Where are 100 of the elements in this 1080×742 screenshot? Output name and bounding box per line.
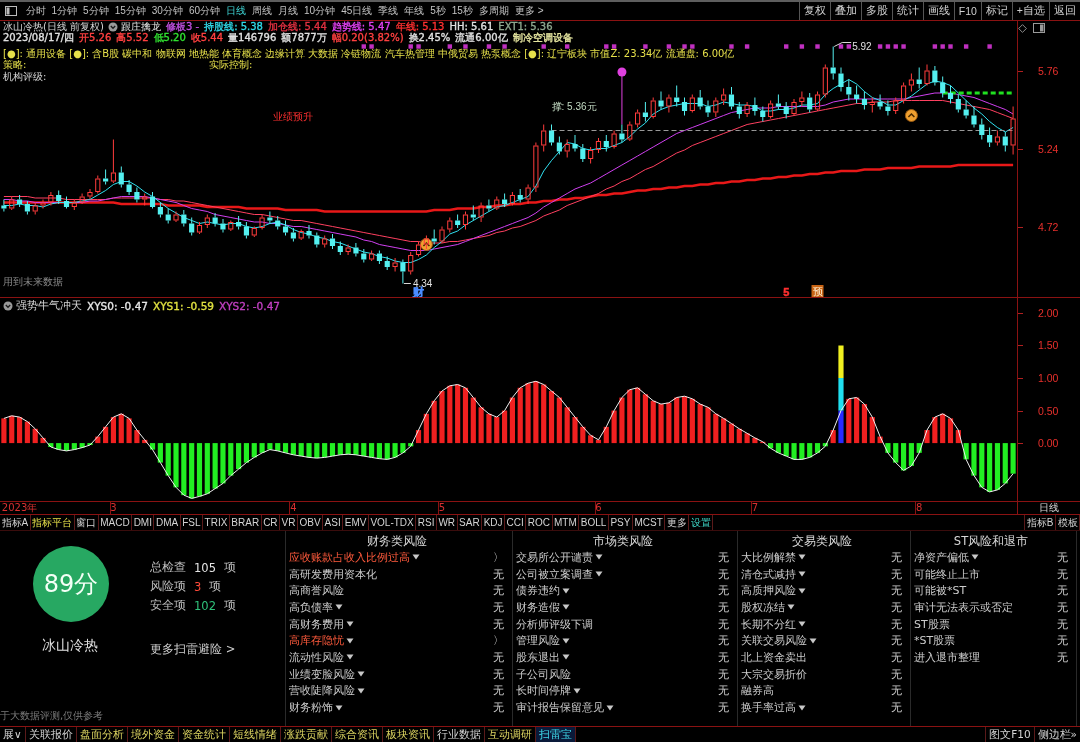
toolbar-button[interactable]: +自选	[1011, 2, 1049, 20]
indicator-tab[interactable]: WR	[436, 515, 458, 530]
indicator-tab[interactable]: DMI	[132, 515, 155, 530]
risk-item[interactable]: 审计报告保留意见	[516, 700, 604, 716]
indicator-tab[interactable]: TRIX	[203, 515, 230, 530]
indicator-tab[interactable]: BOLL	[579, 515, 609, 530]
period-tab[interactable]: 15秒	[449, 3, 476, 19]
period-tab[interactable]: 10分钟	[301, 3, 338, 19]
risk-item[interactable]: 长时间停牌	[516, 683, 571, 699]
indicator-tab[interactable]: MTM	[552, 515, 580, 530]
indicator-tab[interactable]: OBV	[298, 515, 324, 530]
indicator-tab[interactable]: PSY	[608, 515, 633, 530]
period-tab[interactable]: 5分钟	[80, 3, 112, 19]
risk-item[interactable]: 营收陡降风险	[289, 683, 355, 699]
risk-item[interactable]: 关联交易风险	[741, 633, 807, 649]
caret-down-icon[interactable]	[335, 704, 343, 711]
caret-down-icon[interactable]	[971, 554, 979, 561]
sidebar-button[interactable]: 图文F10	[985, 727, 1034, 742]
caret-down-icon[interactable]	[412, 554, 420, 561]
risk-item[interactable]: 高负债率	[289, 599, 333, 615]
caret-down-icon[interactable]	[798, 587, 806, 594]
indicator-tab[interactable]: RSI	[416, 515, 437, 530]
toolbar-button[interactable]: 统计	[891, 2, 923, 20]
risk-item[interactable]: 财务造假	[516, 599, 560, 615]
risk-item[interactable]: *ST股票	[914, 633, 956, 649]
risk-item[interactable]: 进入退市整理	[914, 649, 980, 665]
caret-down-icon[interactable]	[798, 571, 806, 578]
bottom-tab[interactable]: 板块资讯	[382, 727, 434, 742]
period-tab[interactable]: 季线	[375, 3, 401, 19]
period-tab[interactable]: 日线	[223, 3, 249, 19]
indicator-tab[interactable]: CR	[261, 515, 281, 530]
toolbar-button[interactable]: 叠加	[829, 2, 861, 20]
toolbar-button[interactable]: 多股	[860, 2, 892, 20]
risk-item[interactable]: 高研发费用资本化	[289, 566, 377, 582]
caret-down-icon[interactable]	[346, 637, 354, 644]
risk-item[interactable]: ST股票	[914, 616, 950, 632]
toolbar-button[interactable]: F10	[953, 2, 981, 20]
indicator-tab[interactable]: EMV	[343, 515, 369, 530]
caret-down-icon[interactable]	[346, 654, 354, 661]
panel-icon[interactable]	[1033, 23, 1045, 33]
indicator-tab[interactable]: SAR	[457, 515, 483, 530]
bottom-tab[interactable]: 短线情绪	[229, 727, 281, 742]
caret-down-icon[interactable]	[606, 704, 614, 711]
indicator-tab[interactable]: VR	[280, 515, 298, 530]
caret-down-icon[interactable]	[809, 637, 817, 644]
caret-down-icon[interactable]	[335, 604, 343, 611]
caret-down-icon[interactable]	[562, 587, 570, 594]
caret-down-icon[interactable]	[357, 687, 365, 694]
caret-down-icon[interactable]	[562, 654, 570, 661]
bottom-tab[interactable]: 盘面分析	[76, 727, 128, 742]
indicator-tab[interactable]: FSL	[180, 515, 204, 530]
bottom-tab[interactable]: 涨跌贡献	[280, 727, 332, 742]
risk-item[interactable]: 业绩变脸风险	[289, 666, 355, 682]
indicator-tab[interactable]: 指标平台	[30, 515, 75, 530]
risk-item[interactable]: 大宗交易折价	[741, 666, 807, 682]
indicator-tab[interactable]: VOL-TDX	[368, 515, 417, 530]
toolbar-button[interactable]: 画线	[922, 2, 954, 20]
indicator-tab[interactable]: BRAR	[229, 515, 262, 530]
risk-item[interactable]: 分析师评级下调	[516, 616, 593, 632]
formula-name[interactable]: 跟庄擒龙	[121, 22, 161, 32]
caret-down-icon[interactable]	[595, 554, 603, 561]
risk-item[interactable]: 高财务费用	[289, 616, 344, 632]
period-tab[interactable]: 5秒	[427, 3, 449, 19]
indicator-tab[interactable]: CCI	[505, 515, 527, 530]
caret-down-icon[interactable]	[346, 621, 354, 628]
indicator-tab[interactable]: KDJ	[482, 515, 506, 530]
caret-down-icon[interactable]	[787, 604, 795, 611]
caret-down-icon[interactable]	[798, 554, 806, 561]
bottom-tab[interactable]: 行业数据	[433, 727, 485, 742]
period-tab[interactable]: 15分钟	[112, 3, 149, 19]
caret-down-icon[interactable]	[595, 571, 603, 578]
diamond-icon[interactable]	[1018, 23, 1027, 33]
indicator-tab[interactable]: 更多	[665, 515, 690, 530]
caret-down-icon[interactable]	[798, 704, 806, 711]
risk-item[interactable]: 北上资金卖出	[741, 649, 807, 665]
indicator-tab[interactable]: ROC	[526, 515, 553, 530]
indicator-tab[interactable]: 指标B	[1025, 515, 1056, 530]
indicator-tab[interactable]: ASI	[323, 515, 344, 530]
period-tab[interactable]: 周线	[249, 3, 275, 19]
bottom-tab[interactable]: 关联报价	[25, 727, 77, 742]
risk-item[interactable]: 债券违约	[516, 583, 560, 599]
dropdown-icon[interactable]	[108, 22, 118, 32]
caret-down-icon[interactable]	[562, 637, 570, 644]
indicator-tab[interactable]: MACD	[98, 515, 133, 530]
toolbar-button[interactable]: 返回	[1049, 2, 1080, 20]
indicator-title[interactable]: 强势牛气冲天	[16, 299, 82, 313]
indicator-tab[interactable]: 指标A	[0, 515, 31, 530]
bottom-tab[interactable]: 展∨	[0, 727, 26, 742]
risk-item[interactable]: 子公司风险	[516, 666, 571, 682]
risk-item[interactable]: 长期不分红	[741, 616, 796, 632]
risk-item[interactable]: 可能被*ST	[914, 583, 967, 599]
toolbar-button[interactable]: 复权	[798, 2, 830, 20]
period-tab[interactable]: 月线	[275, 3, 301, 19]
bottom-tab[interactable]: 资金统计	[178, 727, 230, 742]
indicator-tab[interactable]: 窗口	[74, 515, 99, 530]
period-tab[interactable]: 60分钟	[186, 3, 223, 19]
bottom-tab[interactable]: 扫雷宝	[535, 727, 576, 742]
risk-item[interactable]: 应收账款占收入比例过高	[289, 549, 410, 565]
bottom-tab[interactable]: 境外资金	[127, 727, 179, 742]
caret-down-icon[interactable]	[562, 604, 570, 611]
